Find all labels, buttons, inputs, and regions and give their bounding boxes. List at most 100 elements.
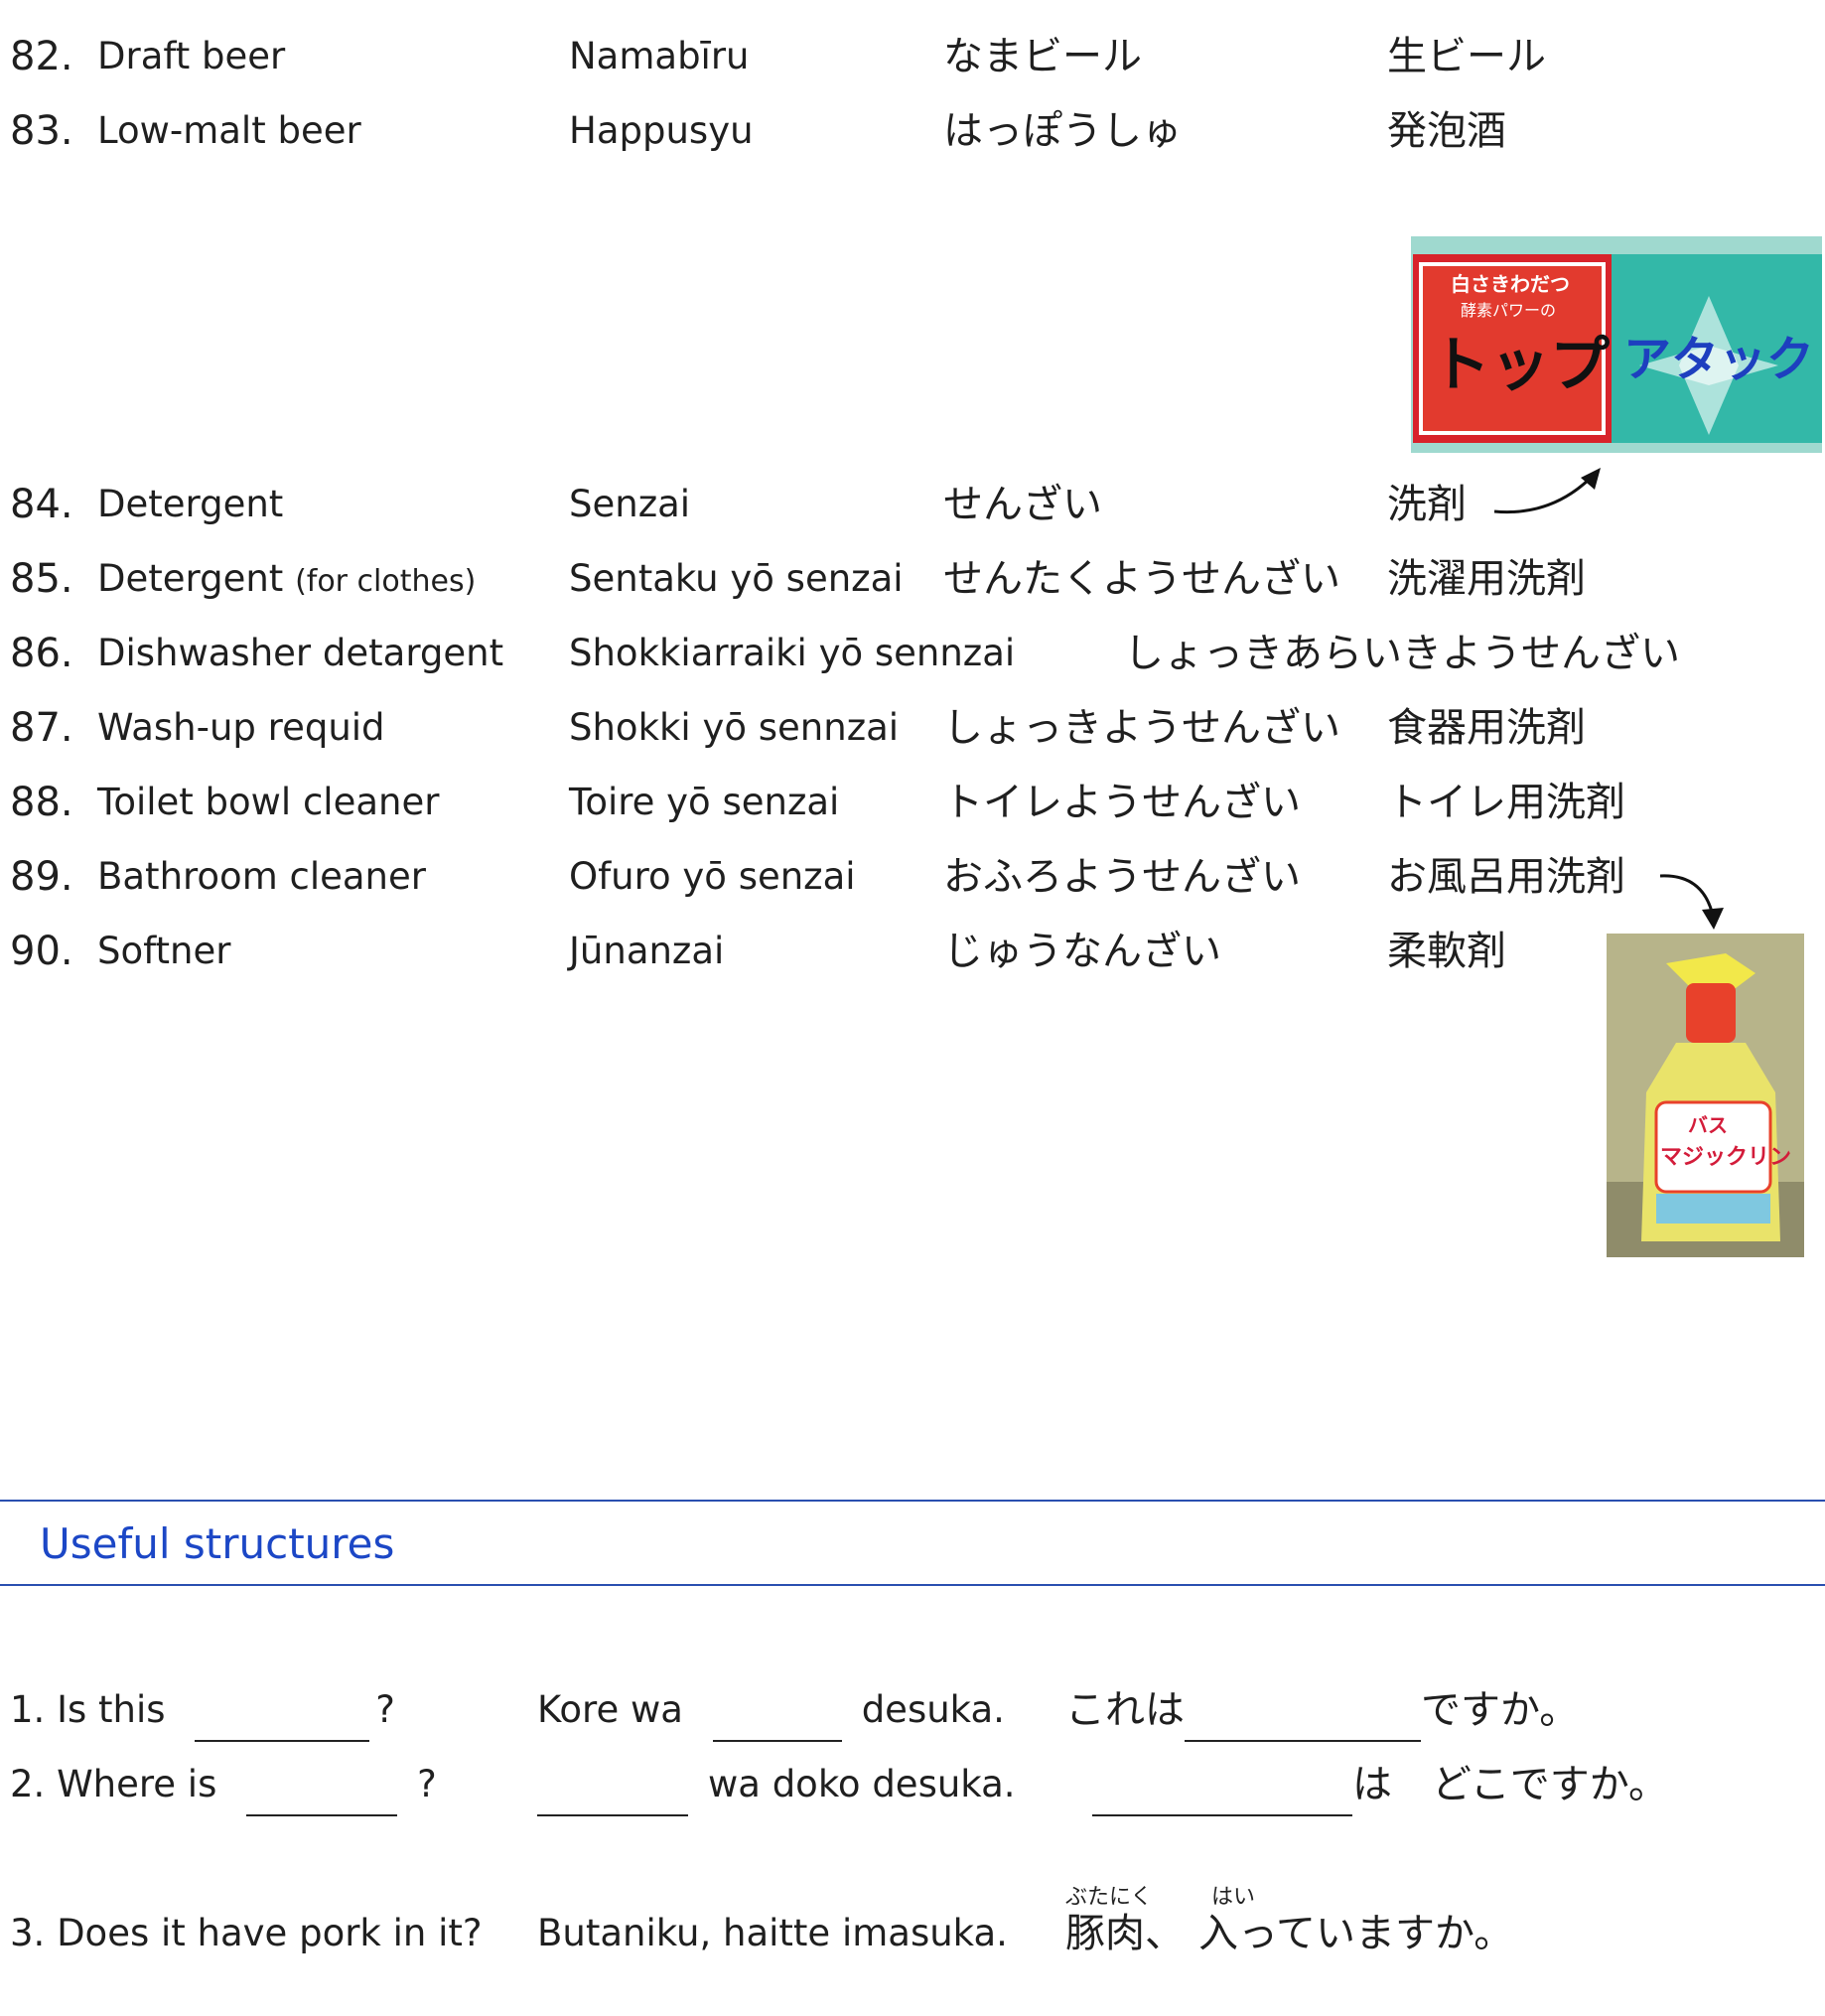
- item-number: 83.: [10, 108, 73, 154]
- kanji: トイレ用洗剤: [1387, 780, 1625, 825]
- english-term: Softner: [97, 930, 231, 972]
- kana: せんたくようせんざい: [943, 556, 1340, 602]
- kana: なまビール: [943, 34, 1142, 79]
- furigana-butaniku: ぶたにく: [1065, 1885, 1153, 1910]
- section-rule-bottom: [0, 1584, 1825, 1586]
- english-term: Detergent (for clothes): [97, 549, 476, 612]
- structure-english: 1. Is this ?: [10, 1678, 395, 1742]
- english-term: Bathroom cleaner: [97, 855, 426, 898]
- structure-romaji-start: Kore wa: [537, 1688, 683, 1731]
- vocab-row-87: 87. Wash-up requid Shokki yō sennzai しょっ…: [0, 698, 1825, 758]
- romaji: Happusyu: [569, 109, 754, 152]
- item-number: 85.: [10, 556, 73, 602]
- section-rule-top: [0, 1500, 1825, 1502]
- structure-japanese: は どこですか。: [1092, 1753, 1668, 1816]
- english-term: Toilet bowl cleaner: [97, 781, 440, 823]
- box-a-small-text-2: 酵素パワーの: [1461, 301, 1556, 320]
- kana: じゅうなんざい: [943, 929, 1221, 974]
- spray-brand: マジックリン: [1660, 1145, 1791, 1170]
- box-a-small-text: 白さきわだつ: [1451, 272, 1570, 296]
- kanji: 洗濯用洗剤: [1387, 556, 1586, 602]
- english-term: Draft beer: [97, 35, 286, 77]
- kanji: 食器用洗剤: [1387, 705, 1586, 751]
- box-b-brand: アタック: [1623, 332, 1814, 387]
- structure-english-start: 1. Is this: [10, 1688, 166, 1731]
- vocab-row-88: 88. Toilet bowl cleaner Toire yō senzai …: [0, 773, 1825, 832]
- vocab-row-83: 83. Low-malt beer Happusyu はっぽうしゅ 発泡酒: [0, 101, 1825, 161]
- romaji: Senzai: [569, 483, 691, 525]
- item-number: 86.: [10, 631, 73, 676]
- structure-english: 2. Where is ?: [10, 1753, 437, 1816]
- structure-romaji-end: wa doko desuka.: [708, 1763, 1016, 1805]
- kana: しょっきようせんざい: [943, 705, 1340, 751]
- item-number: 88.: [10, 780, 73, 825]
- blank-line: [246, 1771, 398, 1816]
- english-term: Wash-up requid: [97, 706, 385, 749]
- section-title: Useful structures: [40, 1519, 395, 1568]
- english-note: (for clothes): [295, 564, 477, 599]
- romaji: Shokkiarraiki yō sennzai: [569, 632, 1016, 674]
- vocab-row-84: 84. Detergent Senzai せんざい 洗剤: [0, 475, 1825, 534]
- structure-romaji-end: desuka.: [861, 1688, 1005, 1731]
- kana: せんざい: [943, 482, 1102, 527]
- kanji: 生ビール: [1387, 34, 1546, 79]
- structure-japanese-start: これは: [1065, 1687, 1185, 1733]
- vocab-row-86: 86. Dishwasher detargent Shokkiarraiki y…: [0, 624, 1825, 683]
- kanji-pork: 豚肉: [1065, 1911, 1145, 1956]
- romaji: Namabīru: [569, 35, 750, 77]
- furigana-hai: はい: [1211, 1885, 1256, 1910]
- english-term: Dishwasher detargent: [97, 632, 504, 674]
- blank-line: [1092, 1771, 1352, 1816]
- blank-line: [712, 1696, 842, 1742]
- spray-bottle-illustration: バス マジックリン: [1607, 934, 1804, 1257]
- comma: 、: [1145, 1911, 1185, 1956]
- kanji: 発泡酒: [1387, 108, 1506, 154]
- item-number: 89.: [10, 854, 73, 900]
- romaji: Sentaku yō senzai: [569, 557, 904, 600]
- item-number: 87.: [10, 705, 73, 751]
- english-term: Detergent: [97, 483, 284, 525]
- structure-romaji: Butaniku, haitte imasuka.: [537, 1912, 1008, 1954]
- english-term: Low-malt beer: [97, 109, 361, 152]
- romaji: Toire yō senzai: [569, 781, 840, 823]
- structure-romaji: wa doko desuka.: [537, 1753, 1016, 1816]
- kana: おふろようせんざい: [943, 854, 1301, 900]
- vocab-row-89: 89. Bathroom cleaner Ofuro yō senzai おふろ…: [0, 847, 1825, 907]
- romaji: Ofuro yō senzai: [569, 855, 856, 898]
- vocab-row-82: 82. Draft beer Namabīru なまビール 生ビール: [0, 27, 1825, 86]
- blank-line: [537, 1771, 688, 1816]
- vocab-row-85: 85. Detergent (for clothes) Sentaku yō s…: [0, 549, 1825, 609]
- detergent-boxes-photo: 白さきわだつ 酵素パワーの トップ アタック: [1411, 236, 1822, 453]
- english-term-main: Detergent: [97, 557, 284, 600]
- structure-romaji: Kore wa desuka.: [537, 1678, 1005, 1742]
- kanji-enter: 入: [1198, 1911, 1238, 1956]
- structure-row-3: 3. Does it have pork in it? Butaniku, ha…: [0, 1902, 1825, 1965]
- item-number: 84.: [10, 482, 73, 527]
- detergent-boxes-illustration: 白さきわだつ 酵素パワーの トップ アタック: [1411, 236, 1822, 453]
- kanji: お風呂用洗剤: [1387, 854, 1625, 900]
- romaji: Shokki yō sennzai: [569, 706, 900, 749]
- kana: はっぽうしゅ: [943, 108, 1182, 154]
- box-a-brand: トップ: [1431, 331, 1610, 400]
- blank-line: [1185, 1696, 1421, 1742]
- kanji: 洗剤: [1387, 482, 1467, 527]
- structure-row-1: 1. Is this ? Kore wa desuka. これは ですか。: [0, 1678, 1825, 1742]
- kana: トイレようせんざい: [943, 780, 1301, 825]
- kana: しょっきあらいきようせんざい: [1124, 631, 1680, 676]
- structure-english-end: ?: [417, 1763, 437, 1805]
- bathroom-cleaner-photo: バス マジックリン: [1607, 934, 1804, 1257]
- structure-japanese-end: っていますか。: [1238, 1911, 1514, 1956]
- blank-line: [195, 1696, 370, 1742]
- structure-english: 3. Does it have pork in it?: [10, 1912, 483, 1954]
- structure-japanese: 豚肉、 入っていますか。: [1065, 1902, 1513, 1965]
- structure-row-2: 2. Where is ? wa doko desuka. は どこですか。: [0, 1753, 1825, 1816]
- spray-small-text: バス: [1688, 1113, 1728, 1137]
- structure-english-end: ?: [375, 1688, 395, 1731]
- vocab-row-90: 90. Softner Jūnanzai じゅうなんざい 柔軟剤: [0, 922, 1825, 981]
- item-number: 90.: [10, 929, 73, 974]
- kanji: 柔軟剤: [1387, 929, 1506, 974]
- romaji: Jūnanzai: [569, 930, 725, 972]
- item-number: 82.: [10, 34, 73, 79]
- structure-japanese-end: ですか。: [1421, 1687, 1580, 1733]
- structure-english-start: 2. Where is: [10, 1763, 217, 1805]
